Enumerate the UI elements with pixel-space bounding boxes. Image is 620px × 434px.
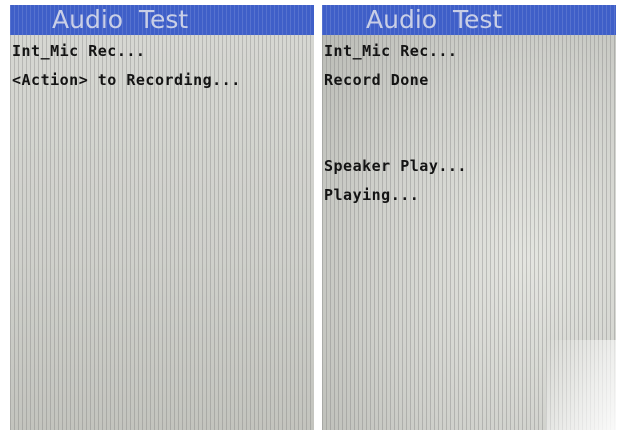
title-bar: Audio Test xyxy=(322,5,616,35)
audio-test-screen-left: Audio Test Int_Mic Rec... <Action> to Re… xyxy=(10,5,314,430)
status-line-playing: Playing... xyxy=(324,186,420,204)
screen-title: Audio Test xyxy=(52,5,189,34)
status-line-record-done: Record Done xyxy=(324,71,429,89)
status-line-action: <Action> to Recording... xyxy=(12,71,241,89)
audio-test-screen-right: Audio Test Int_Mic Rec... Record Done Sp… xyxy=(322,5,616,430)
status-line-int-mic: Int_Mic Rec... xyxy=(12,42,146,60)
status-line-int-mic: Int_Mic Rec... xyxy=(324,42,458,60)
title-bar: Audio Test xyxy=(10,5,314,35)
status-line-speaker-play: Speaker Play... xyxy=(324,157,467,175)
screen-title: Audio Test xyxy=(366,5,503,34)
screen-glare xyxy=(546,340,616,430)
